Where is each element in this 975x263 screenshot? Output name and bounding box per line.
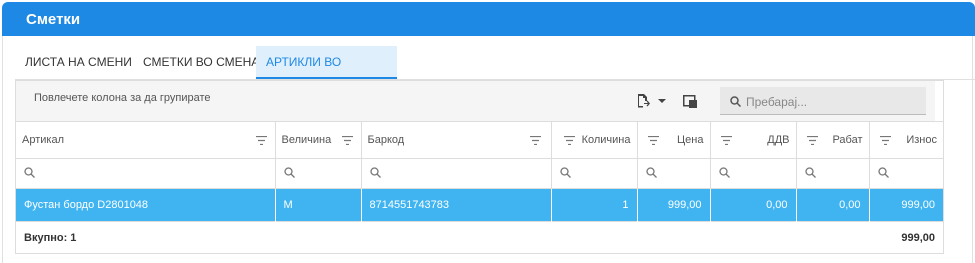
export-button[interactable] bbox=[634, 91, 668, 111]
cell-velicina: M bbox=[275, 188, 362, 222]
filter-icon[interactable] bbox=[529, 136, 541, 145]
filter-cell-ddv[interactable] bbox=[710, 158, 797, 189]
summary-spacer bbox=[361, 221, 869, 255]
column-label: Величина bbox=[281, 134, 332, 146]
search-input[interactable]: Пребарај... bbox=[720, 87, 926, 115]
filter-cell-cena[interactable] bbox=[637, 158, 711, 189]
filter-cell-rabat[interactable] bbox=[796, 158, 870, 189]
column-label: Цена bbox=[677, 134, 704, 146]
filter-cell-kolicina[interactable] bbox=[551, 158, 638, 189]
column-chooser-icon bbox=[683, 94, 697, 108]
caret-down-icon bbox=[658, 99, 666, 103]
filter-icon[interactable] bbox=[879, 136, 891, 145]
filter-cell-barkod[interactable] bbox=[361, 158, 552, 189]
search-icon bbox=[730, 96, 741, 107]
filter-row bbox=[16, 158, 943, 189]
group-panel-hint: Повлечете колона за да групирате bbox=[34, 92, 211, 104]
column-header-kolicina[interactable]: Количина bbox=[551, 121, 638, 159]
filter-cell-velicina[interactable] bbox=[275, 158, 362, 189]
search-icon bbox=[718, 166, 730, 178]
search-placeholder: Пребарај... bbox=[746, 95, 808, 109]
grid-toolbar: Повлечете колона за да групирате Пребара… bbox=[16, 81, 935, 121]
search-icon bbox=[24, 166, 35, 178]
summary-total: 999,00 bbox=[869, 221, 943, 255]
filter-icon[interactable] bbox=[720, 136, 732, 145]
column-header-barkod[interactable]: Баркод bbox=[361, 121, 552, 159]
column-header-iznos[interactable]: Износ bbox=[869, 121, 943, 159]
table-row[interactable]: Фустан бордо D2801048 M 8714551743783 1 … bbox=[16, 188, 943, 222]
column-header-velicina[interactable]: Величина bbox=[275, 121, 362, 159]
app-frame: Сметки ЛИСТА НА СМЕНИ СМЕТКИ ВО СМЕНА АР… bbox=[0, 0, 975, 263]
summary-row: Вкупно: 1 999,00 bbox=[16, 221, 943, 255]
filter-icon[interactable] bbox=[341, 136, 353, 145]
cell-rabat: 0,00 bbox=[796, 188, 870, 222]
filter-cell-iznos[interactable] bbox=[869, 158, 943, 189]
column-header-cena[interactable]: Цена bbox=[637, 121, 711, 159]
cell-barkod: 8714551743783 bbox=[361, 188, 552, 222]
search-icon bbox=[559, 166, 571, 178]
cell-iznos: 999,00 bbox=[869, 188, 943, 222]
filter-icon[interactable] bbox=[563, 135, 575, 145]
tab-bills-in-shift[interactable]: СМЕТКИ ВО СМЕНА bbox=[133, 46, 269, 79]
cell-ddv: 0,00 bbox=[710, 188, 797, 222]
column-header-rabat[interactable]: Рабат bbox=[796, 121, 870, 159]
column-header-artikal[interactable]: Артикал bbox=[16, 121, 276, 159]
column-label: Рабат bbox=[832, 134, 863, 146]
search-icon bbox=[369, 166, 381, 178]
filter-icon[interactable] bbox=[806, 136, 818, 145]
main-panel: ЛИСТА НА СМЕНИ СМЕТКИ ВО СМЕНА АРТИКЛИ В… bbox=[2, 36, 975, 263]
tab-articles-in-bill[interactable]: АРТИКЛИ ВО СМЕТКА bbox=[256, 46, 397, 101]
column-label: Артикал bbox=[22, 134, 64, 146]
filter-icon[interactable] bbox=[647, 136, 659, 145]
search-icon bbox=[283, 166, 295, 178]
header-row: Артикал Величина Баркод Количина Цена ДД… bbox=[16, 121, 943, 159]
summary-count: Вкупно: 1 bbox=[16, 221, 361, 255]
tab-label: ЛИСТА НА СМЕНИ bbox=[25, 55, 132, 69]
tab-bar: ЛИСТА НА СМЕНИ СМЕТКИ ВО СМЕНА АРТИКЛИ В… bbox=[15, 46, 975, 101]
filter-icon[interactable] bbox=[255, 136, 267, 145]
search-icon bbox=[645, 166, 657, 178]
data-grid: Повлечете колона за да групирате Пребара… bbox=[15, 80, 944, 255]
search-icon bbox=[877, 166, 889, 178]
column-header-ddv[interactable]: ДДВ bbox=[710, 121, 797, 159]
articles-table: Артикал Величина Баркод Количина Цена ДД… bbox=[16, 121, 943, 255]
filter-cell-artikal[interactable] bbox=[16, 158, 276, 189]
column-label: ДДВ bbox=[767, 134, 790, 146]
cell-kolicina: 1 bbox=[551, 188, 638, 222]
cell-artikal: Фустан бордо D2801048 bbox=[16, 188, 276, 222]
window-header: Сметки bbox=[2, 2, 975, 36]
column-label: Баркод bbox=[367, 134, 405, 146]
tab-shift-list[interactable]: ЛИСТА НА СМЕНИ bbox=[15, 46, 142, 79]
cell-cena: 999,00 bbox=[637, 188, 711, 222]
export-icon bbox=[638, 94, 650, 108]
window-title: Сметки bbox=[26, 11, 81, 28]
search-icon bbox=[804, 166, 816, 178]
column-label: Износ bbox=[906, 134, 937, 146]
column-label: Количина bbox=[581, 134, 631, 146]
column-chooser-button[interactable] bbox=[680, 91, 700, 111]
tab-label: СМЕТКИ ВО СМЕНА bbox=[143, 55, 260, 69]
